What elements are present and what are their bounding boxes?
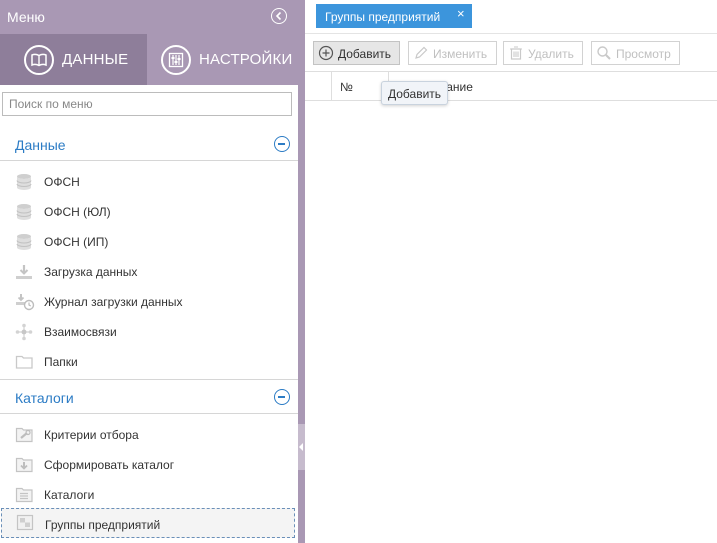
view-button-label: Просмотр (616, 47, 671, 61)
tabbar-divider (305, 33, 717, 34)
menu-item-enterprise-groups[interactable]: Группы предприятий (1, 508, 295, 538)
folder-icon (15, 355, 33, 369)
tab-settings-label: НАСТРОЙКИ (199, 51, 293, 68)
section-title: Данные (15, 137, 66, 153)
database-icon (16, 234, 32, 250)
catalogs-icon (15, 487, 33, 503)
relations-icon (15, 323, 33, 341)
menu-item-label: ОФСН (44, 175, 80, 189)
enterprise-groups-icon (16, 514, 34, 531)
load-log-icon (16, 294, 35, 311)
collapse-section-icon[interactable] (274, 136, 290, 152)
sidebar-title: Меню (7, 9, 45, 25)
pencil-icon (415, 46, 428, 59)
sliders-icon (161, 44, 191, 75)
sidebar-menu: Меню ДАННЫЕ НАСТРОЙКИ Поиск по меню Данн… (0, 0, 298, 543)
menu-item-label: Сформировать каталог (44, 458, 175, 472)
menu-item-label: Взаимосвязи (44, 325, 117, 339)
edit-button[interactable]: Изменить (408, 41, 497, 65)
section-catalogs-header[interactable]: Каталоги (0, 380, 298, 414)
menu-item-label: ОФСН (ИП) (44, 235, 109, 249)
menu-item-label: Журнал загрузки данных (44, 295, 183, 309)
collapse-sidebar-button[interactable] (271, 8, 287, 24)
menu-item-label: Критерии отбора (44, 428, 139, 442)
chevron-left-icon (275, 11, 282, 21)
column-divider (331, 72, 332, 100)
menu-item-label: ОФСН (ЮЛ) (44, 205, 111, 219)
tab-settings[interactable]: НАСТРОЙКИ (147, 34, 298, 85)
menu-item-ofsn[interactable]: ОФСН (0, 167, 298, 197)
grid-header: № вание (305, 71, 717, 101)
upload-icon (16, 265, 32, 279)
menu-item-form-catalog[interactable]: Сформировать каталог (0, 450, 298, 480)
close-icon[interactable]: × (457, 6, 465, 21)
menu-item-upload-log[interactable]: Журнал загрузки данных (0, 287, 298, 317)
trash-icon (510, 46, 522, 60)
view-button[interactable]: Просмотр (591, 41, 680, 65)
collapse-section-icon[interactable] (274, 389, 290, 405)
menu-item-label: Папки (44, 355, 78, 369)
menu-item-ofsn-ul[interactable]: ОФСН (ЮЛ) (0, 197, 298, 227)
sidebar-tabs: ДАННЫЕ НАСТРОЙКИ (0, 34, 298, 85)
add-button-label: Добавить (338, 47, 392, 61)
tab-enterprise-groups[interactable]: Группы предприятий × (316, 4, 472, 28)
menu-item-selection-criteria[interactable]: Критерии отбора (0, 420, 298, 450)
tab-data[interactable]: ДАННЫЕ (0, 34, 147, 85)
add-tooltip: Добавить (381, 81, 449, 105)
form-catalog-icon (15, 457, 33, 473)
menu-item-catalogs[interactable]: Каталоги (0, 480, 298, 510)
menu-item-data-upload[interactable]: Загрузка данных (0, 257, 298, 287)
menu-item-label: Каталоги (44, 488, 95, 502)
database-icon (16, 204, 32, 220)
book-icon (24, 44, 54, 75)
section-data-header[interactable]: Данные (0, 127, 298, 161)
menu-item-ofsn-ip[interactable]: ОФСН (ИП) (0, 227, 298, 257)
column-number-header[interactable]: № (340, 80, 353, 94)
plus-circle-icon (318, 45, 334, 61)
delete-button-label: Удалить (528, 47, 574, 61)
menu-search-input[interactable] (3, 93, 291, 115)
sidebar-header: Меню (0, 0, 298, 34)
section-title: Каталоги (15, 390, 74, 406)
delete-button[interactable]: Удалить (503, 41, 583, 65)
add-button[interactable]: Добавить (313, 41, 400, 65)
main-panel: Группы предприятий × Добавить Изменить У… (305, 0, 717, 543)
menu-item-label: Загрузка данных (44, 265, 138, 279)
magnifier-icon (597, 46, 611, 60)
filter-criteria-icon (15, 427, 33, 443)
document-tabbar: Группы предприятий × (305, 0, 717, 33)
edit-button-label: Изменить (433, 47, 488, 61)
tab-data-label: ДАННЫЕ (62, 51, 129, 68)
tab-label: Группы предприятий (325, 10, 441, 24)
menu-search-field (2, 92, 292, 116)
menu-item-label: Группы предприятий (45, 518, 161, 532)
splitter-collapse-handle[interactable] (298, 424, 305, 470)
database-icon (16, 174, 32, 190)
menu-item-relations[interactable]: Взаимосвязи (0, 317, 298, 347)
menu-item-folders[interactable]: Папки (0, 347, 298, 377)
